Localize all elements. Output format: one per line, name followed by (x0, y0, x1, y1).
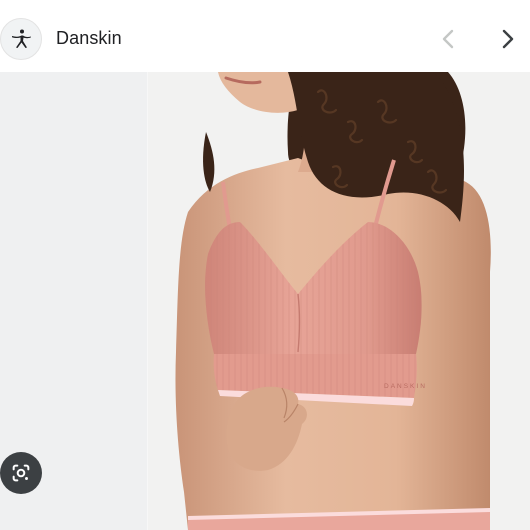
brand-logo-icon[interactable] (0, 18, 42, 60)
model-illustration: DANSKIN (175, 72, 491, 530)
product-image-area[interactable]: DANSKIN (0, 72, 530, 530)
brand-name[interactable]: Danskin (56, 28, 122, 49)
google-lens-icon (12, 464, 30, 482)
product-photo[interactable]: DANSKIN (148, 72, 530, 530)
previous-button[interactable] (434, 24, 462, 54)
result-header: Danskin (0, 0, 530, 72)
danskin-dancer-icon (12, 29, 31, 48)
google-lens-button[interactable] (0, 452, 42, 494)
next-button[interactable] (494, 24, 522, 54)
chevron-left-icon (442, 29, 454, 49)
chevron-right-icon (502, 29, 514, 49)
imprint-text: DANSKIN (384, 383, 427, 390)
